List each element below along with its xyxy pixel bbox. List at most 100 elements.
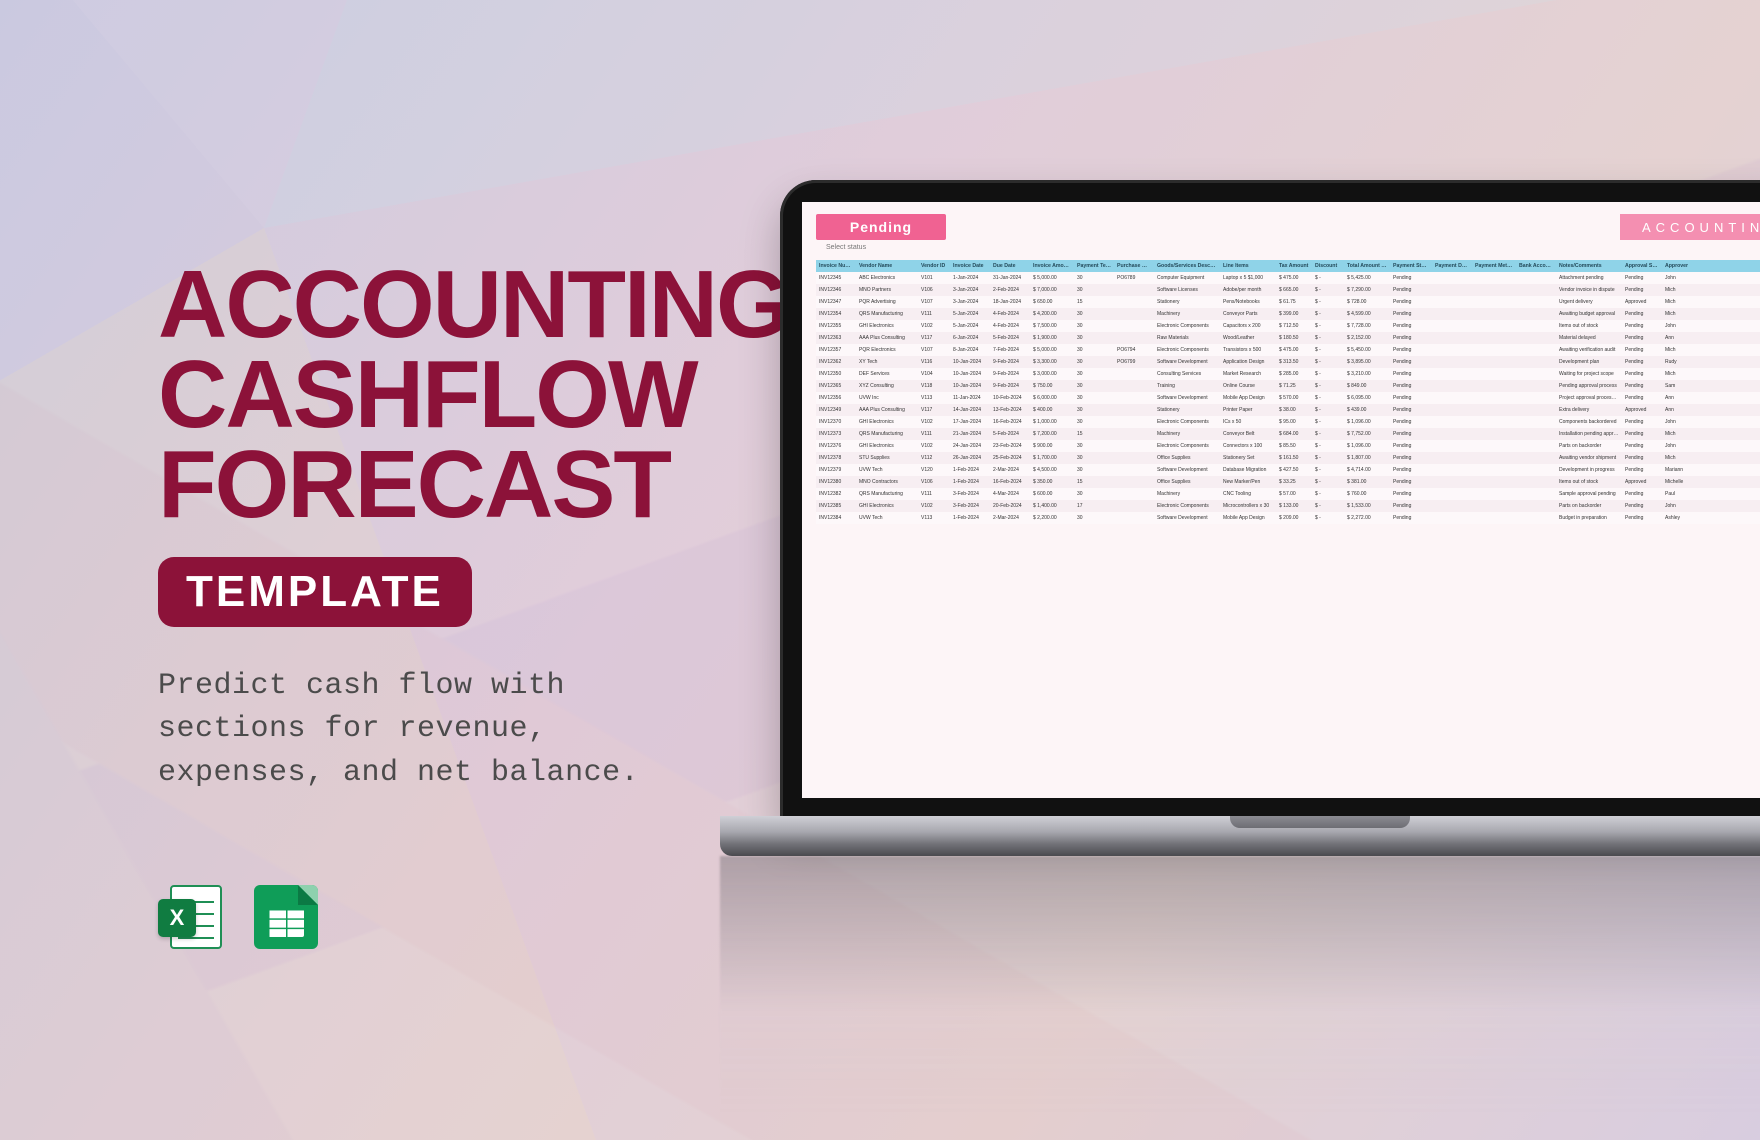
cell: V104 [918, 368, 950, 380]
cell: Pending [1622, 356, 1662, 368]
cell: $ 1,807.00 [1344, 452, 1390, 464]
app-icons: X [158, 885, 318, 949]
cell: $ 7,000.00 [1030, 284, 1074, 296]
cell: 7-Feb-2024 [990, 344, 1030, 356]
cell: $ - [1312, 380, 1344, 392]
cell: Stationery [1154, 296, 1220, 308]
cell: Mobile App Design [1220, 392, 1276, 404]
cell: Vendor invoice in dispute [1556, 284, 1622, 296]
cell: 15 [1074, 476, 1114, 488]
cell [1432, 428, 1472, 440]
cell [1516, 284, 1556, 296]
cell: $ 209.00 [1276, 512, 1312, 524]
cell [1114, 404, 1154, 416]
cell: $ 1,000.00 [1030, 416, 1074, 428]
cell: $ - [1312, 452, 1344, 464]
cell: V107 [918, 344, 950, 356]
cell [1432, 404, 1472, 416]
cell [1472, 488, 1516, 500]
cell: Pending [1390, 320, 1432, 332]
cell: $ 7,752.00 [1344, 428, 1390, 440]
cell: Urgent delivery [1556, 296, 1622, 308]
cell: Pending [1390, 464, 1432, 476]
cell [1114, 476, 1154, 488]
cell: 5-Feb-2024 [990, 332, 1030, 344]
cell: 30 [1074, 368, 1114, 380]
table-row: INV12347PQR AdvertisingV1073-Jan-202418-… [816, 296, 1760, 308]
cell: UVW Tech [856, 512, 918, 524]
cell: INV12384 [816, 512, 856, 524]
cell: INV12379 [816, 464, 856, 476]
cell [1516, 320, 1556, 332]
cell: 14-Jan-2024 [950, 404, 990, 416]
cell: GHI Electronics [856, 320, 918, 332]
cell: 9-Feb-2024 [990, 380, 1030, 392]
laptop-reflection [720, 856, 1760, 1116]
cell: 15 [1074, 428, 1114, 440]
cell: 3-Feb-2024 [950, 500, 990, 512]
cell: $ 3,210.00 [1344, 368, 1390, 380]
cell: $ 85.50 [1276, 440, 1312, 452]
cell: 5-Jan-2024 [950, 320, 990, 332]
cell: CNC Tooling [1220, 488, 1276, 500]
cell: Items out of stock [1556, 476, 1622, 488]
cell: John [1662, 500, 1696, 512]
cell [1516, 416, 1556, 428]
cell: Mich [1662, 368, 1696, 380]
cell: Pending [1622, 428, 1662, 440]
cell: 30 [1074, 392, 1114, 404]
cell [1516, 452, 1556, 464]
cell [1472, 428, 1516, 440]
table-row: INV12378STU SuppliesV11226-Jan-202425-Fe… [816, 452, 1760, 464]
cell: V101 [918, 272, 950, 284]
cell: Connectors x 100 [1220, 440, 1276, 452]
cell: 5-Feb-2024 [990, 428, 1030, 440]
cell: MNO Contractors [856, 476, 918, 488]
cell: Items out of stock [1556, 320, 1622, 332]
cell: 9-Feb-2024 [990, 356, 1030, 368]
cell: INV12378 [816, 452, 856, 464]
cell: 3-Feb-2024 [950, 488, 990, 500]
cell: INV12370 [816, 416, 856, 428]
table-row: INV12349AAA Plus ConsultingV11714-Jan-20… [816, 404, 1760, 416]
cell: Mariann [1662, 464, 1696, 476]
cell [1114, 368, 1154, 380]
hero-title: ACCOUNTING CASHFLOW FORECAST [158, 260, 789, 531]
cell [1472, 512, 1516, 524]
cell: John [1662, 272, 1696, 284]
cell: INV12365 [816, 380, 856, 392]
cell: Conveyor Parts [1220, 308, 1276, 320]
cell: $ 849.00 [1344, 380, 1390, 392]
table-row: INV12382QRS ManufacturingV1113-Feb-20244… [816, 488, 1760, 500]
cell: Application Design [1220, 356, 1276, 368]
cell: 1-Feb-2024 [950, 512, 990, 524]
cell: Wood/Leather [1220, 332, 1276, 344]
cell: $ - [1312, 428, 1344, 440]
cell: Electronic Components [1154, 320, 1220, 332]
cell: $ 900.00 [1030, 440, 1074, 452]
cell: 2-Mar-2024 [990, 464, 1030, 476]
cell: $ 665.00 [1276, 284, 1312, 296]
cell: Mich [1662, 428, 1696, 440]
cell: INV12373 [816, 428, 856, 440]
cell: Approved [1622, 296, 1662, 308]
cell: Pending [1390, 392, 1432, 404]
cell: $ 760.00 [1344, 488, 1390, 500]
cell: V111 [918, 488, 950, 500]
cell: V111 [918, 428, 950, 440]
cell [1472, 416, 1516, 428]
status-sublabel: Select status [826, 244, 866, 251]
cell: Awaiting verification audit [1556, 344, 1622, 356]
cell: $ 313.50 [1276, 356, 1312, 368]
col-header: Payment Status [1390, 260, 1432, 272]
table-row: INV12355GHI ElectronicsV1025-Jan-20244-F… [816, 320, 1760, 332]
cell: Rudy [1662, 356, 1696, 368]
cell: Pending [1390, 512, 1432, 524]
col-header: Invoice Number [816, 260, 856, 272]
cell: 30 [1074, 320, 1114, 332]
cell: $ 4,500.00 [1030, 464, 1074, 476]
excel-x-badge: X [158, 899, 196, 937]
cell: INV12382 [816, 488, 856, 500]
sheet-title-banner: ACCOUNTING C [1620, 214, 1760, 240]
cell: Pending [1390, 284, 1432, 296]
